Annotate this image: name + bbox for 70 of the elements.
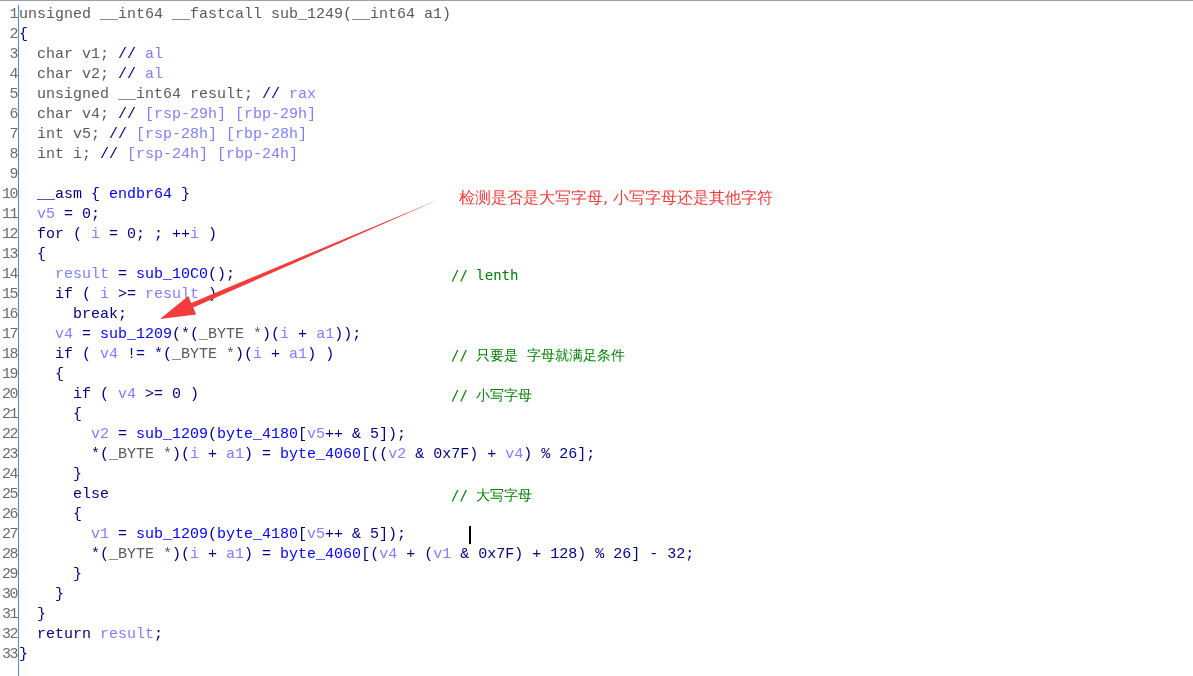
- line-number: 15: [1, 285, 18, 305]
- annotation-text: 检测是否是大写字母, 小写字母还是其他字符: [459, 187, 774, 209]
- code-line: return result;: [36, 625, 164, 645]
- line-number: 1: [8, 5, 18, 25]
- code-line: unsigned __int64 __fastcall sub_1249(__int64 a1): [19, 5, 452, 25]
- line-number: 22: [1, 425, 18, 445]
- code-line: char v1; // al: [36, 45, 164, 65]
- line-number: 14: [1, 265, 18, 285]
- line-number: 25: [1, 485, 18, 505]
- line-number: 27: [1, 525, 18, 545]
- code-line: else: [72, 485, 110, 505]
- line-number: 28: [1, 545, 18, 565]
- line-number: 11: [1, 205, 18, 225]
- code-line: unsigned __int64 result; // rax: [36, 85, 317, 105]
- code-comment: // 只要是 字母就满足条件: [451, 346, 625, 365]
- code-line: v1 = sub_1209(byte_4180[v5++ & 5]);: [90, 525, 407, 545]
- code-line: {: [36, 245, 46, 265]
- line-number: 5: [8, 85, 18, 105]
- line-number: 21: [1, 405, 18, 425]
- line-number: 6: [8, 105, 18, 125]
- code-line: }: [72, 465, 82, 485]
- code-line: int v5; // [rsp-28h] [rbp-28h]: [36, 125, 308, 145]
- code-comment: // 小写字母: [451, 386, 533, 405]
- code-line: char v2; // al: [36, 65, 164, 85]
- line-number: 10: [1, 185, 18, 205]
- code-line: if ( v4 != *(_BYTE *)(i + a1) ): [54, 345, 336, 365]
- code-line: for ( i = 0; ; ++i ): [36, 225, 218, 245]
- code-line: {: [72, 505, 82, 525]
- code-line: {: [19, 25, 28, 45]
- code-line: *(_BYTE *)(i + a1) = byte_4060[((v2 & 0x7F) + v4) % 26];: [90, 445, 596, 465]
- code-line: break;: [72, 305, 128, 325]
- line-number: 32: [1, 625, 18, 645]
- line-number: 3: [8, 45, 18, 65]
- line-number: 23: [1, 445, 18, 465]
- code-line: }: [36, 605, 46, 625]
- line-number: 26: [1, 505, 18, 525]
- code-line: v4 = sub_1209(*(_BYTE *)(i + a1));: [54, 325, 362, 345]
- code-line: result = sub_10C0();: [54, 265, 237, 285]
- line-number: 4: [8, 65, 18, 85]
- line-number: 30: [1, 585, 18, 605]
- line-number: 17: [1, 325, 18, 345]
- code-line: }: [19, 645, 28, 665]
- line-number: 20: [1, 385, 18, 405]
- code-line: {: [54, 365, 64, 385]
- line-number: 31: [1, 605, 18, 625]
- line-number: 16: [1, 305, 18, 325]
- line-number: 33: [1, 645, 18, 665]
- code-line: if ( v4 >= 0 ): [72, 385, 201, 405]
- line-number: 12: [1, 225, 18, 245]
- line-number: 7: [8, 125, 18, 145]
- code-comment: // lenth: [451, 266, 519, 285]
- code-line: char v4; // [rsp-29h] [rbp-29h]: [36, 105, 317, 125]
- code-line: v5 = 0;: [36, 205, 101, 225]
- code-line: *(_BYTE *)(i + a1) = byte_4060[(v4 + (v1 & 0x7F) + 128) % 26] - 32;: [90, 545, 695, 565]
- line-number: 8: [8, 145, 18, 165]
- code-line: {: [72, 405, 82, 425]
- line-number: 29: [1, 565, 18, 585]
- code-line: __asm { endbr64 }: [36, 185, 191, 205]
- line-number: 19: [1, 365, 18, 385]
- code-comment: // 大写字母: [451, 486, 533, 505]
- line-number: 9: [8, 165, 18, 185]
- line-number: 13: [1, 245, 18, 265]
- code-line: int i; // [rsp-24h] [rbp-24h]: [36, 145, 299, 165]
- line-number: 24: [1, 465, 18, 485]
- line-number: 2: [8, 25, 18, 45]
- code-line: }: [54, 585, 64, 605]
- code-line: }: [72, 565, 82, 585]
- line-number: 18: [1, 345, 18, 365]
- code-line: v2 = sub_1209(byte_4180[v5++ & 5]);: [90, 425, 407, 445]
- text-cursor: [469, 526, 471, 544]
